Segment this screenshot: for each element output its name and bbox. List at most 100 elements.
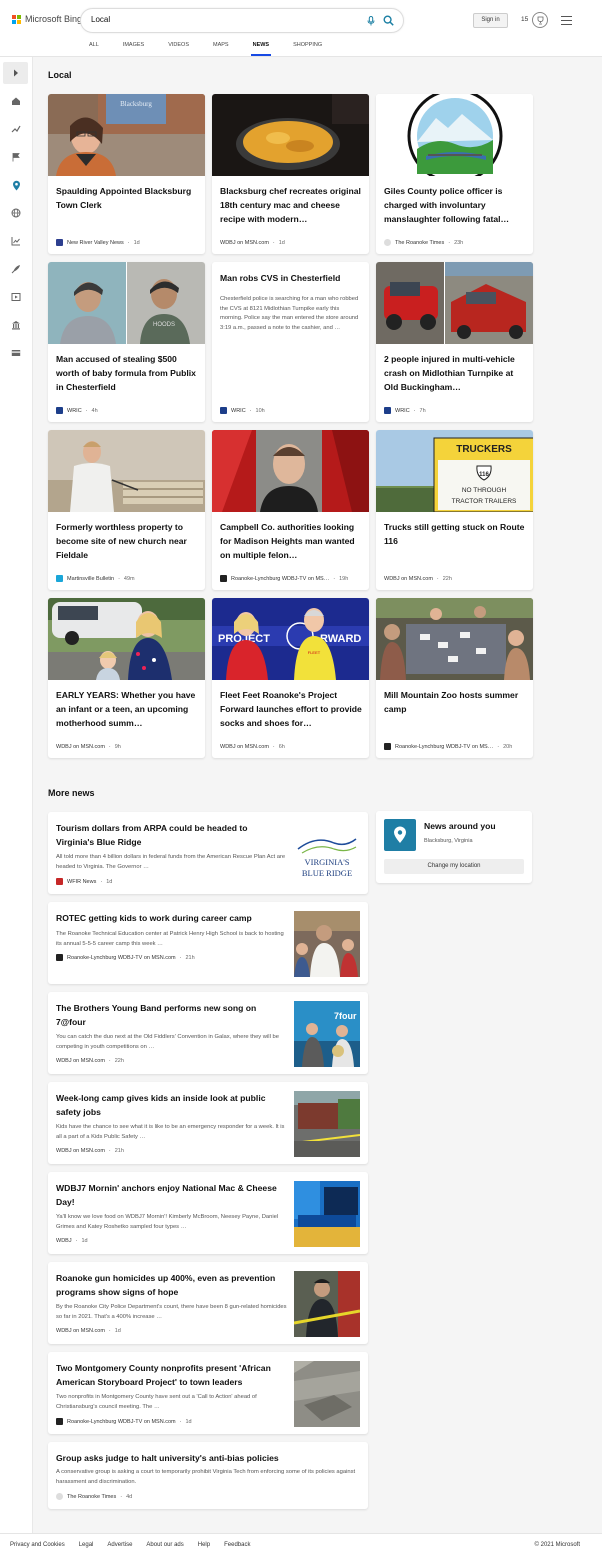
news-card[interactable]: TRUCKERS 116 NO THROUGH TRACTOR TRAILERS… <box>376 430 533 590</box>
footer-link-feedback[interactable]: Feedback <box>224 1542 250 1548</box>
card-title[interactable]: Man accused of stealing $500 worth of ba… <box>56 352 198 394</box>
source-name: Roanoke-Lynchburg WDBJ-TV on MSN.com <box>67 1418 176 1425</box>
video-icon[interactable] <box>10 291 22 303</box>
home-icon[interactable] <box>10 95 22 107</box>
rewards-trophy-icon[interactable] <box>532 12 548 28</box>
card-title[interactable]: Formerly worthless property to become si… <box>56 520 198 562</box>
card-source: Martinsville Bulletin · 49m <box>56 575 135 582</box>
list-item[interactable]: Two Montgomery County nonprofits present… <box>48 1352 368 1434</box>
news-title[interactable]: The Brothers Young Band performs new son… <box>56 1001 288 1029</box>
source-age: 9h <box>114 744 121 750</box>
svg-text:7four: 7four <box>334 1011 357 1021</box>
news-card[interactable]: Man robs CVS in Chesterfield Chesterfiel… <box>212 262 369 422</box>
card-title[interactable]: Campbell Co. authorities looking for Mad… <box>220 520 362 562</box>
card-title[interactable]: Giles County police officer is charged w… <box>384 184 526 226</box>
news-card[interactable]: HOODS Man accused of stealing $500 worth… <box>48 262 205 422</box>
news-card[interactable]: Blacksburg Spaulding Appointed Blacksbur… <box>48 94 205 254</box>
news-image <box>294 1361 360 1427</box>
source-age: 21h <box>185 954 195 961</box>
tab-all[interactable]: ALL <box>89 42 99 57</box>
footer-link-privacy[interactable]: Privacy and Cookies <box>10 1542 65 1548</box>
source-logo-icon <box>56 407 63 414</box>
microphone-icon[interactable] <box>367 16 375 26</box>
news-title[interactable]: Two Montgomery County nonprofits present… <box>56 1361 288 1389</box>
blue-ridge-logo-text-1: VIRGINIA'S <box>305 857 350 867</box>
card-title[interactable]: Spaulding Appointed Blacksburg Town Cler… <box>56 184 198 212</box>
list-item[interactable]: WDBJ7 Mornin' anchors enjoy National Mac… <box>48 1172 368 1254</box>
source-logo-icon <box>384 407 391 414</box>
card-source: WRIC · 4h <box>56 407 98 414</box>
list-item[interactable]: Week-long camp gives kids an inside look… <box>48 1082 368 1164</box>
source-logo-icon <box>220 407 227 414</box>
news-card[interactable]: PROJECT RWARD FLEET Fleet Feet Roanoke's… <box>212 598 369 758</box>
news-snippet: Two nonprofits in Montgomery County have… <box>56 1394 257 1410</box>
bing-logo[interactable]: Microsoft Bing <box>12 14 82 24</box>
source-logo-icon <box>56 954 63 961</box>
logo-text: Microsoft Bing <box>25 14 83 24</box>
list-item[interactable]: ROTEC getting kids to work during career… <box>48 902 368 984</box>
news-title[interactable]: Week-long camp gives kids an inside look… <box>56 1091 288 1119</box>
source-name: New River Valley News <box>67 239 124 246</box>
expand-rail-button[interactable] <box>3 62 28 84</box>
globe-icon[interactable] <box>10 207 22 219</box>
card-title[interactable]: EARLY YEARS: Whether you have an infant … <box>56 688 198 730</box>
source-age: 22h <box>442 576 452 582</box>
change-location-button[interactable]: Change my location <box>384 859 524 874</box>
news-card[interactable]: EARLY YEARS: Whether you have an infant … <box>48 598 205 758</box>
news-snippet: Kids have the chance to see what it is l… <box>56 1124 285 1140</box>
footer-link-help[interactable]: Help <box>198 1542 210 1548</box>
news-title[interactable]: Roanoke gun homicides up 400%, even as p… <box>56 1271 288 1299</box>
blue-ridge-logo-text-2: BLUE RIDGE <box>302 868 352 878</box>
news-card[interactable]: Formerly worthless property to become si… <box>48 430 205 590</box>
list-item[interactable]: Roanoke gun homicides up 400%, even as p… <box>48 1262 368 1344</box>
tab-images[interactable]: IMAGES <box>123 42 144 57</box>
search-input[interactable]: Local <box>91 15 110 24</box>
news-card[interactable]: Giles County police officer is charged w… <box>376 94 533 254</box>
news-card[interactable]: Campbell Co. authorities looking for Mad… <box>212 430 369 590</box>
sign-in-button[interactable]: Sign in <box>473 13 508 28</box>
card-title[interactable]: Mill Mountain Zoo hosts summer camp <box>384 688 526 716</box>
government-icon[interactable] <box>10 319 22 331</box>
search-box[interactable]: Local <box>80 8 404 33</box>
card-title[interactable]: Fleet Feet Roanoke's Project Forward lau… <box>220 688 362 730</box>
chart-icon[interactable] <box>10 235 22 247</box>
news-image <box>294 1091 360 1157</box>
news-card[interactable]: 2 people injured in multi-vehicle crash … <box>376 262 533 422</box>
rocket-icon[interactable] <box>10 263 22 275</box>
news-title[interactable]: Group asks judge to halt university's an… <box>56 1451 356 1465</box>
location-pin-icon[interactable] <box>10 179 22 191</box>
search-icon[interactable] <box>383 15 394 26</box>
news-image: VIRGINIA'S BLUE RIDGE <box>294 821 360 887</box>
source-name: Martinsville Bulletin <box>67 575 115 582</box>
footer-link-advertise[interactable]: Advertise <box>107 1542 132 1548</box>
card-title[interactable]: 2 people injured in multi-vehicle crash … <box>384 352 526 394</box>
tab-maps[interactable]: MAPS <box>213 42 229 57</box>
news-card[interactable]: Mill Mountain Zoo hosts summer camp Roan… <box>376 598 533 758</box>
hamburger-menu-icon[interactable] <box>561 16 572 25</box>
tab-shopping[interactable]: SHOPPING <box>293 42 322 57</box>
list-item[interactable]: The Brothers Young Band performs new son… <box>48 992 368 1074</box>
list-item[interactable]: Group asks judge to halt university's an… <box>48 1442 368 1509</box>
tab-news[interactable]: NEWS <box>250 42 271 57</box>
tab-videos[interactable]: VIDEOS <box>168 42 189 57</box>
flag-icon[interactable] <box>10 151 22 163</box>
news-card[interactable]: Blacksburg chef recreates original 18th … <box>212 94 369 254</box>
rewards-points[interactable]: 15 <box>521 16 528 23</box>
footer-link-about-ads[interactable]: About our ads <box>146 1542 183 1548</box>
source-age: 7h <box>419 407 426 414</box>
list-item[interactable]: Tourism dollars from ARPA could be heade… <box>48 812 368 894</box>
news-source: WDBJ on MSN.com · 1d <box>56 1328 121 1334</box>
footer-link-legal[interactable]: Legal <box>79 1542 94 1548</box>
news-source: Roanoke-Lynchburg WDBJ-TV on MSN.com · 1d <box>56 1418 192 1425</box>
card-title[interactable]: Trucks still getting stuck on Route 116 <box>384 520 526 548</box>
trending-icon[interactable] <box>10 123 22 135</box>
news-title[interactable]: ROTEC getting kids to work during career… <box>56 911 288 925</box>
news-title[interactable]: WDBJ7 Mornin' anchors enjoy National Mac… <box>56 1181 288 1209</box>
card-source: New River Valley News · 1d <box>56 239 140 246</box>
card-title[interactable]: Blacksburg chef recreates original 18th … <box>220 184 362 226</box>
card-icon[interactable] <box>10 347 22 359</box>
card-title[interactable]: Man robs CVS in Chesterfield <box>220 271 362 285</box>
source-age: 1d <box>81 1238 88 1244</box>
source-age: 1d <box>133 239 140 246</box>
news-title[interactable]: Tourism dollars from ARPA could be heade… <box>56 821 288 849</box>
